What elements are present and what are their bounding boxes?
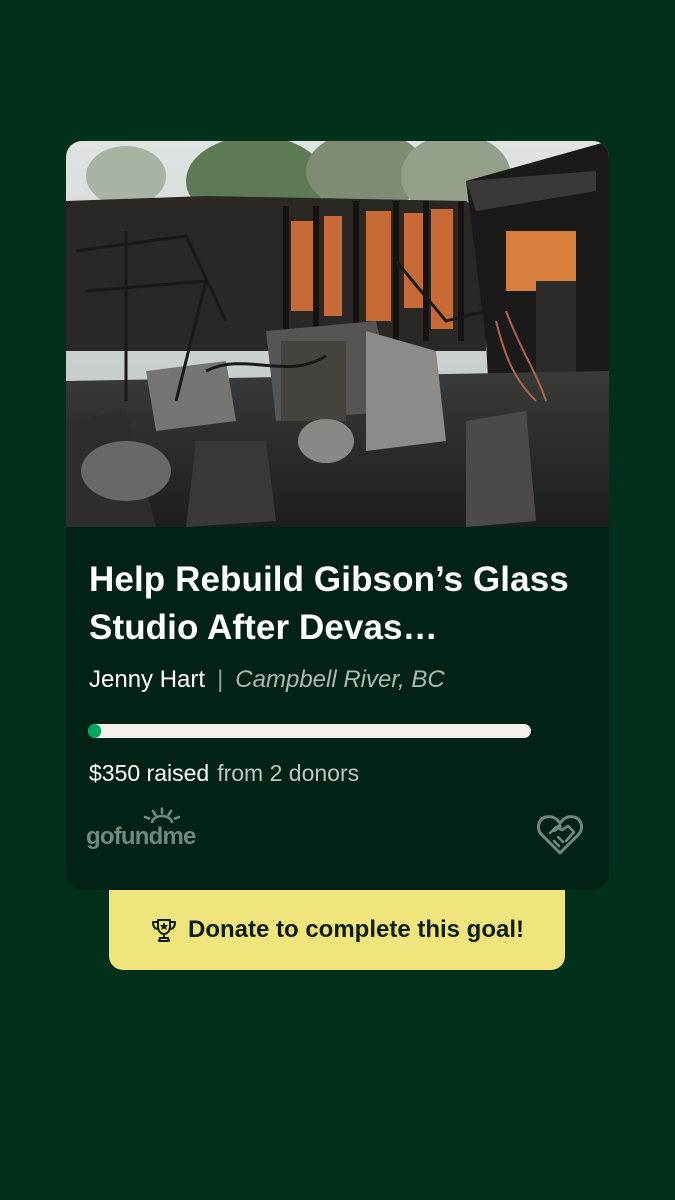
trophy-icon <box>151 919 176 942</box>
meta-separator: | <box>217 666 224 693</box>
gofundme-logo: gofundme <box>86 807 216 855</box>
campaign-title[interactable]: Help Rebuild Gibson’s Glass Studio After… <box>89 556 589 652</box>
organizer-row: Jenny Hart | Campbell River, BC <box>89 666 445 694</box>
progress-bar <box>88 724 531 738</box>
organizer-name: Jenny Hart <box>89 666 206 693</box>
donate-cta-button[interactable]: Donate to complete this goal! <box>109 890 565 970</box>
raised-summary: $350 raised from 2 donors <box>89 760 359 787</box>
campaign-location: Campbell River, BC <box>235 666 445 693</box>
heart-handshake-icon <box>537 815 583 855</box>
donate-cta-label: Donate to complete this goal! <box>187 916 525 943</box>
logo-text: gofundme <box>86 823 196 850</box>
amount-raised: $350 raised <box>89 760 210 786</box>
sunrise-logo-icon <box>143 807 181 823</box>
fundraiser-card[interactable]: Help Rebuild Gibson’s Glass Studio After… <box>66 141 609 890</box>
progress-fill <box>88 724 102 738</box>
donor-count: from 2 donors <box>217 760 360 786</box>
fundraiser-photo <box>66 141 609 527</box>
